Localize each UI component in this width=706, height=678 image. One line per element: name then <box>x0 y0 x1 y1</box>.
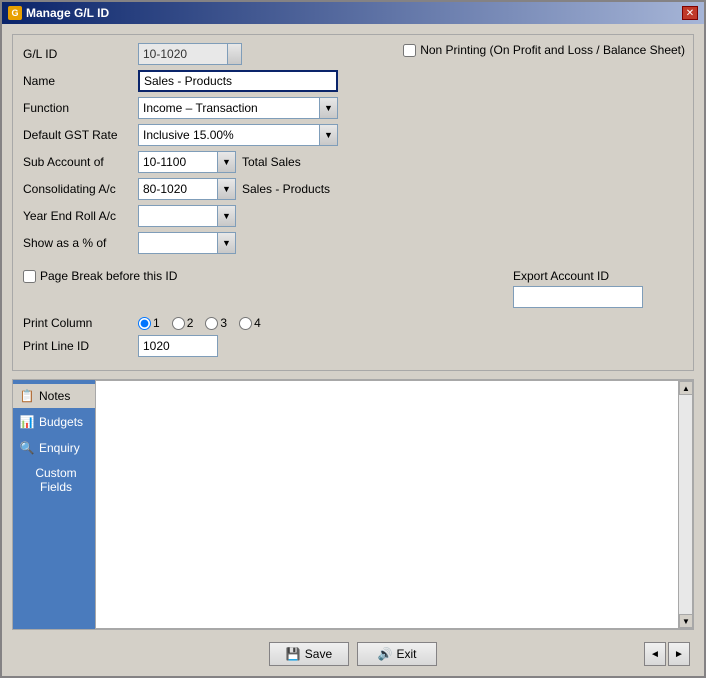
scrollbar-down[interactable]: ▼ <box>679 614 693 628</box>
notes-icon: 📋 <box>19 388 35 404</box>
name-input[interactable] <box>138 70 338 92</box>
consolidating-label: Consolidating A/c <box>23 182 138 196</box>
print-columns-group: 1 2 3 4 <box>138 316 261 330</box>
print-col-2-radio[interactable] <box>172 317 185 330</box>
sub-account-row: Sub Account of ▼ Total Sales <box>23 151 683 173</box>
print-col-2[interactable]: 2 <box>172 316 194 330</box>
print-col-4-radio[interactable] <box>239 317 252 330</box>
close-button[interactable]: ✕ <box>682 6 698 20</box>
save-label: Save <box>305 647 332 661</box>
consolidating-row: Consolidating A/c ▼ Sales - Products <box>23 178 683 200</box>
page-break-section: Page Break before this ID <box>23 269 177 283</box>
print-line-row: Print Line ID <box>23 335 683 357</box>
non-printing-section: Non Printing (On Profit and Loss / Balan… <box>403 43 685 57</box>
tab-content: ▲ ▼ <box>95 380 693 629</box>
print-line-input[interactable] <box>138 335 218 357</box>
footer: 💾 Save 🔊 Exit ◄ ► <box>8 638 698 670</box>
year-end-row: Year End Roll A/c ▼ <box>23 205 683 227</box>
middle-row: Page Break before this ID Export Account… <box>23 269 683 308</box>
tab-custom-fields-label: Custom Fields <box>23 466 89 494</box>
tab-notes[interactable]: 📋 Notes <box>13 384 95 408</box>
enquiry-icon: 🔍 <box>19 440 35 456</box>
scrollbar-up[interactable]: ▲ <box>679 381 693 395</box>
sub-account-dropdown-arrow[interactable]: ▼ <box>218 151 236 173</box>
print-line-label: Print Line ID <box>23 339 138 353</box>
sub-account-input[interactable] <box>138 151 218 173</box>
show-as-input[interactable] <box>138 232 218 254</box>
tab-budgets-label: Budgets <box>39 415 83 429</box>
tab-sidebar: 📋 Notes 📊 Budgets 🔍 Enquiry Custom Field… <box>13 380 95 629</box>
tab-budgets[interactable]: 📊 Budgets <box>13 410 95 434</box>
tab-enquiry-label: Enquiry <box>39 441 80 455</box>
function-row: Function ▼ <box>23 97 683 119</box>
title-bar: G Manage G/L ID ✕ <box>2 2 704 24</box>
gl-id-input <box>138 43 228 65</box>
budgets-icon: 📊 <box>19 414 35 430</box>
exit-button[interactable]: 🔊 Exit <box>357 642 437 666</box>
gst-input[interactable] <box>138 124 320 146</box>
print-col-3-radio[interactable] <box>205 317 218 330</box>
nav-arrows: ◄ ► <box>644 642 690 666</box>
sub-account-label: Sub Account of <box>23 155 138 169</box>
main-window: G Manage G/L ID ✕ Non Printing (On Profi… <box>0 0 706 678</box>
gst-dropdown-arrow[interactable]: ▼ <box>320 124 338 146</box>
export-account-label: Export Account ID <box>513 269 643 283</box>
non-printing-label: Non Printing (On Profit and Loss / Balan… <box>420 43 685 57</box>
gl-id-dropdown-arrow[interactable] <box>228 43 242 65</box>
nav-next-arrow[interactable]: ► <box>668 642 690 666</box>
scrollbar-track <box>679 395 692 614</box>
tab-custom-fields[interactable]: Custom Fields <box>13 462 95 498</box>
non-printing-checkbox[interactable] <box>403 44 416 57</box>
function-input[interactable] <box>138 97 320 119</box>
show-as-row: Show as a % of ▼ <box>23 232 683 254</box>
consolidating-desc: Sales - Products <box>242 182 330 196</box>
tab-notes-label: Notes <box>39 389 70 403</box>
page-break-checkbox[interactable] <box>23 270 36 283</box>
page-break-label: Page Break before this ID <box>40 269 177 283</box>
function-label: Function <box>23 101 138 115</box>
function-dropdown-arrow[interactable]: ▼ <box>320 97 338 119</box>
main-form-panel: Non Printing (On Profit and Loss / Balan… <box>12 34 694 371</box>
year-end-dropdown-arrow[interactable]: ▼ <box>218 205 236 227</box>
print-col-3[interactable]: 3 <box>205 316 227 330</box>
consolidating-dropdown-arrow[interactable]: ▼ <box>218 178 236 200</box>
tab-enquiry[interactable]: 🔍 Enquiry <box>13 436 95 460</box>
sub-account-desc: Total Sales <box>242 155 301 169</box>
name-row: Name <box>23 70 683 92</box>
year-end-input[interactable] <box>138 205 218 227</box>
exit-icon: 🔊 <box>378 647 393 661</box>
print-col-4[interactable]: 4 <box>239 316 261 330</box>
print-col-1[interactable]: 1 <box>138 316 160 330</box>
save-button[interactable]: 💾 Save <box>269 642 349 666</box>
window-title: Manage G/L ID <box>26 6 109 20</box>
print-column-row: Print Column 1 2 3 4 <box>23 316 683 330</box>
export-account-section: Export Account ID <box>513 269 643 308</box>
save-icon: 💾 <box>286 647 301 661</box>
export-account-input[interactable] <box>513 286 643 308</box>
gst-label: Default GST Rate <box>23 128 138 142</box>
show-as-label: Show as a % of <box>23 236 138 250</box>
exit-label: Exit <box>396 647 416 661</box>
title-bar-left: G Manage G/L ID <box>8 6 109 20</box>
consolidating-input[interactable] <box>138 178 218 200</box>
gl-id-label: G/L ID <box>23 47 138 61</box>
window-icon: G <box>8 6 22 20</box>
name-label: Name <box>23 74 138 88</box>
year-end-label: Year End Roll A/c <box>23 209 138 223</box>
show-as-dropdown-arrow[interactable]: ▼ <box>218 232 236 254</box>
nav-prev-arrow[interactable]: ◄ <box>644 642 666 666</box>
tab-scrollbar: ▲ ▼ <box>678 381 692 628</box>
bottom-panel: 📋 Notes 📊 Budgets 🔍 Enquiry Custom Field… <box>12 379 694 630</box>
print-col-1-radio[interactable] <box>138 317 151 330</box>
print-column-label: Print Column <box>23 316 138 330</box>
gst-row: Default GST Rate ▼ <box>23 124 683 146</box>
